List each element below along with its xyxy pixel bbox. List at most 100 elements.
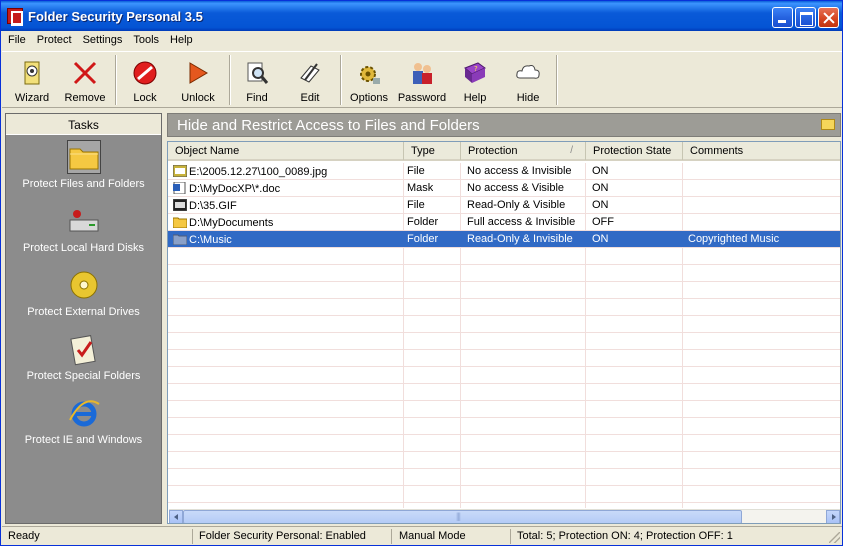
column-header-protection[interactable]: Protection / [461,142,586,160]
maximize-button[interactable] [795,7,816,28]
column-header-comments[interactable]: Comments [683,142,840,160]
column-header-protection-state[interactable]: Protection State [586,142,683,160]
type-cell: Folder [407,216,439,228]
hide-label: Hide [516,92,540,104]
help-button[interactable]: ? Help [449,54,501,106]
empty-row [168,452,840,469]
section-banner: Hide and Restrict Access to Files and Fo… [167,113,841,137]
resize-grip-icon[interactable] [829,532,840,543]
menu-bar: File Protect Settings Tools Help [2,31,842,50]
object-name-cell: D:\35.GIF [173,199,401,212]
edit-pen-icon [300,63,320,83]
hide-cloud-icon [516,65,540,79]
unlock-button[interactable]: Unlock [172,54,224,106]
table-row[interactable]: E:\2005.12.27\100_0089.jpg File No acces… [168,163,840,180]
protection-cell: No access & Invisible [467,165,572,177]
state-cell: OFF [592,216,614,228]
type-cell: Mask [407,182,434,194]
remove-x-icon [73,61,97,85]
help-label: Help [463,92,487,104]
clipboard-check-icon [70,335,96,366]
horizontal-scrollbar[interactable] [169,509,840,523]
app-window: Folder Security Personal 3.5 File Protect… [0,0,843,546]
folder-icon [173,217,187,228]
lock-button[interactable]: Lock [119,54,171,106]
minimize-button[interactable] [772,7,793,28]
password-label: Password [397,92,447,104]
find-magnifier-icon [247,62,269,84]
comment-cell: Copyrighted Music [688,233,780,245]
protection-header-label: Protection [468,145,518,157]
column-header-type[interactable]: Type [404,142,461,160]
protection-cell: Read-Only & Invisible [467,233,573,245]
unlock-label: Unlock [181,92,215,104]
empty-row [168,265,840,282]
column-header-object-name[interactable]: Object Name [168,142,404,160]
title-bar[interactable]: Folder Security Personal 3.5 [1,1,842,31]
close-button[interactable] [818,7,839,28]
unlock-play-icon [189,62,208,84]
empty-row [168,384,840,401]
list-rows: E:\2005.12.27\100_0089.jpg File No acces… [168,163,840,503]
status-ready: Ready [4,529,193,544]
toolbar-separator [115,55,117,105]
object-name: E:\2005.12.27\100_0089.jpg [189,166,328,178]
table-row[interactable]: D:\MyDocXP\*.doc Mask No access & Visibl… [168,180,840,197]
scroll-thumb[interactable] [183,510,742,523]
protected-items-list[interactable]: Object Name Type Protection / Protection … [167,141,841,524]
status-bar: Ready Folder Security Personal: Enabled … [2,526,842,545]
task-protect-local-hard-disks[interactable]: Protect Local Hard Disks [6,204,161,268]
empty-row [168,333,840,350]
empty-row [168,350,840,367]
toolbar-separator [556,55,558,105]
wizard-label: Wizard [14,92,50,104]
task-label: Protect External Drives [27,306,140,318]
toolbar: Wizard Remove Lock Unlock Find Edit Opti… [2,51,842,108]
empty-row [168,367,840,384]
menu-help[interactable]: Help [164,31,198,50]
state-cell: ON [592,182,609,194]
menu-protect[interactable]: Protect [31,31,77,50]
password-users-icon [413,63,432,84]
task-label: Protect Local Hard Disks [22,242,145,254]
edit-button[interactable]: Edit [284,54,336,106]
menu-tools[interactable]: Tools [127,31,164,50]
status-enabled: Folder Security Personal: Enabled [195,529,392,544]
empty-row [168,435,840,452]
list-header: Object Name Type Protection / Protection … [168,142,840,161]
hide-button[interactable]: Hide [502,54,554,106]
state-cell: ON [592,165,609,177]
table-row[interactable]: D:\MyDocuments Folder Full access & Invi… [168,214,840,231]
empty-row [168,469,840,486]
task-protect-special-folders[interactable]: Protect Special Folders [6,332,161,396]
task-protect-external-drives[interactable]: Protect External Drives [6,268,161,332]
scroll-left-arrow-icon[interactable] [169,510,183,523]
menu-settings[interactable]: Settings [77,31,128,50]
internet-explorer-icon [69,400,100,427]
task-protect-files-folders[interactable]: Protect Files and Folders [6,140,161,204]
protection-cell: Full access & Invisible [467,216,576,228]
menu-file[interactable]: File [2,31,31,50]
task-protect-ie-windows[interactable]: Protect IE and Windows [6,396,161,460]
folder-icon[interactable] [821,119,835,130]
jpg-file-icon [173,165,187,177]
object-name: D:\MyDocuments [189,217,274,229]
wizard-button[interactable]: Wizard [6,54,58,106]
object-name-cell: C:\Music [173,233,401,246]
password-button[interactable]: Password [396,54,448,106]
protection-cell: No access & Visible [467,182,565,194]
task-label: Protect Special Folders [26,370,141,382]
window-title: Folder Security Personal 3.5 [28,9,203,24]
table-row-selected[interactable]: C:\Music Folder Read-Only & Invisible ON… [168,231,840,248]
options-label: Options [350,92,388,104]
empty-row [168,401,840,418]
status-mode: Manual Mode [395,529,511,544]
options-button[interactable]: Options [343,54,395,106]
lock-no-entry-icon [133,61,157,85]
scroll-right-arrow-icon[interactable] [826,510,840,523]
find-button[interactable]: Find [231,54,283,106]
remove-button[interactable]: Remove [59,54,111,106]
table-row[interactable]: D:\35.GIF File Read-Only & Visible ON [168,197,840,214]
folder-hidden-icon [173,234,187,245]
object-name-cell: D:\MyDocuments [173,216,401,229]
